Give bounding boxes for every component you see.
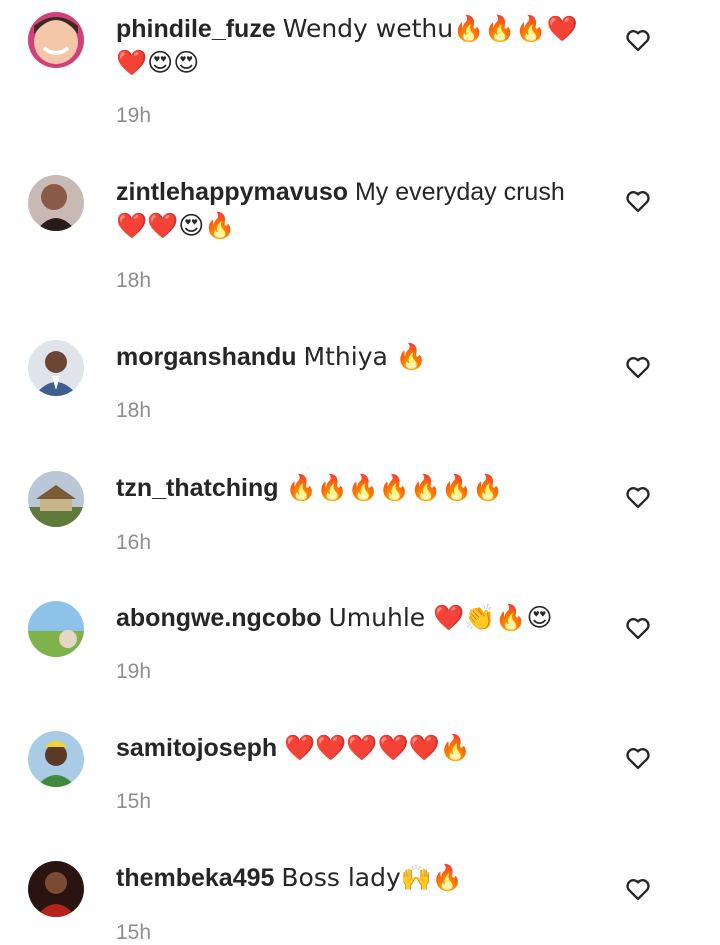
comment-username[interactable]: morganshandu [116,343,297,371]
heart-outline-icon[interactable] [624,353,652,381]
avatar-woman-red-icon [28,861,84,917]
comment-body: samitojoseph ❤️❤️❤️❤️❤️🔥 [116,731,596,765]
comment-timestamp[interactable]: 19h [116,104,151,128]
comment-username[interactable]: abongwe.ngcobo [116,604,322,632]
comment-timestamp[interactable]: 15h [116,790,151,814]
comment-line: tzn_thatching 🔥🔥🔥🔥🔥🔥🔥 [116,471,596,505]
avatar-landscape-icon [28,601,84,657]
comment-line: zintlehappymavuso My everyday crush [116,175,596,209]
comment-timestamp[interactable]: 16h [116,531,151,555]
avatar-woman-smiling-icon [28,12,84,68]
avatar[interactable] [28,861,84,917]
avatar-man-suit-icon [28,340,84,396]
comment-body: phindile_fuze Wendy wethu🔥🔥🔥❤️ ❤️😍😍 [116,12,596,80]
comment-line: phindile_fuze Wendy wethu🔥🔥🔥❤️ [116,12,596,46]
comment-text: My everyday crush [354,178,565,206]
comment-line: morganshandu Mthiya 🔥 [116,340,596,374]
comment-body: thembeka495 Boss lady🙌🔥 [116,861,596,895]
avatar[interactable] [28,340,84,396]
comment-line: thembeka495 Boss lady🙌🔥 [116,861,596,895]
comment-body: morganshandu Mthiya 🔥 [116,340,596,374]
avatar[interactable] [28,731,84,787]
comment-username[interactable]: tzn_thatching [116,474,279,502]
comment-text-continuation: ❤️❤️😍🔥 [116,211,236,240]
avatar[interactable] [28,471,84,527]
comment-text: Boss lady🙌🔥 [281,863,464,892]
avatar-man-cap-icon [28,731,84,787]
heart-outline-icon[interactable] [624,875,652,903]
comment-line: samitojoseph ❤️❤️❤️❤️❤️🔥 [116,731,596,765]
comment-text: Wendy wethu🔥🔥🔥❤️ [282,14,578,43]
comment-text: Umuhle ❤️👏🔥😍 [328,603,553,632]
avatar-woman-selfie-icon [28,175,84,231]
comment-timestamp[interactable]: 18h [116,269,151,293]
heart-outline-icon[interactable] [624,614,652,642]
comment-body: abongwe.ngcobo Umuhle ❤️👏🔥😍 [116,601,596,635]
comment-body: zintlehappymavuso My everyday crush ❤️❤️… [116,175,596,243]
avatar[interactable] [28,175,84,231]
heart-outline-icon[interactable] [624,187,652,215]
comment-username[interactable]: zintlehappymavuso [116,178,348,206]
comment-body: tzn_thatching 🔥🔥🔥🔥🔥🔥🔥 [116,471,596,505]
comment-username[interactable]: phindile_fuze [116,15,276,43]
heart-outline-icon[interactable] [624,744,652,772]
heart-outline-icon[interactable] [624,26,652,54]
comment-line: abongwe.ngcobo Umuhle ❤️👏🔥😍 [116,601,596,635]
avatar[interactable] [28,12,84,68]
heart-outline-icon[interactable] [624,483,652,511]
comment-text-continuation: ❤️😍😍 [116,48,200,77]
comment-timestamp[interactable]: 18h [116,399,151,423]
comment-username[interactable]: thembeka495 [116,864,274,892]
avatar-thatched-house-icon [28,471,84,527]
comment-text: ❤️❤️❤️❤️❤️🔥 [284,733,471,762]
comment-timestamp[interactable]: 15h [116,921,151,945]
comment-text: 🔥🔥🔥🔥🔥🔥🔥 [285,473,504,502]
comment-timestamp[interactable]: 19h [116,660,151,684]
comment-text: Mthiya 🔥 [303,342,427,371]
comment-username[interactable]: samitojoseph [116,734,277,762]
avatar[interactable] [28,601,84,657]
